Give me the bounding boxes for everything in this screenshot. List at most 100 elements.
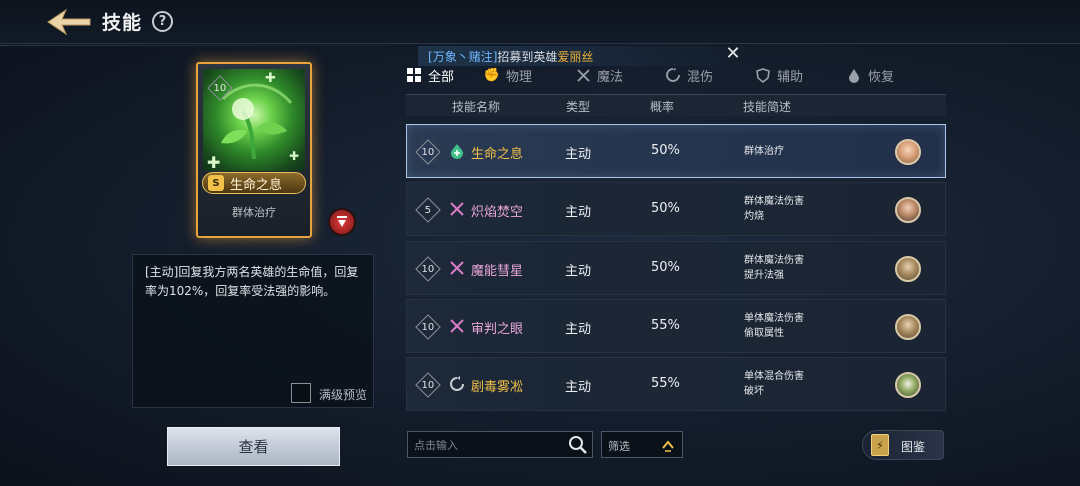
tab-support[interactable]: 辅助: [755, 64, 846, 86]
skill-name: 剧毒雾凇: [471, 380, 524, 395]
filter-dropdown[interactable]: 筛选: [601, 431, 683, 458]
tab-physical[interactable]: ✊ 物理: [484, 64, 575, 86]
skill-type: 主动: [565, 147, 592, 162]
skill-type: 主动: [565, 322, 592, 337]
category-tabs: 全部 ✊ 物理 魔法 混伤 辅助 恢复: [406, 64, 906, 86]
skill-name: 炽焰焚空: [471, 205, 524, 220]
skill-rate: 55%: [651, 376, 680, 391]
chevron-up-icon: [662, 440, 674, 452]
back-arrow-icon[interactable]: [44, 6, 94, 38]
atlas-button[interactable]: ⚡ 图鉴: [862, 430, 944, 460]
skill-desc-line: 破坏: [744, 386, 764, 397]
card-desc: 群体治疗: [232, 206, 276, 219]
page-title: 技能: [102, 12, 143, 34]
header-desc: 技能简述: [743, 100, 792, 114]
down-arrow-button[interactable]: [328, 208, 356, 236]
top-bar: 技能 ?: [0, 0, 1080, 44]
magic-icon: [575, 67, 591, 83]
skill-type: 主动: [565, 264, 592, 279]
skill-art: 10 ✚ ✚ ✚: [203, 69, 305, 172]
table-row[interactable]: 5 炽焰焚空 主动 50% 群体魔法伤害 灼烧: [406, 182, 946, 236]
skill-desc-line: 单体魔法伤害: [744, 313, 804, 324]
skill-name: 魔能彗星: [471, 264, 524, 279]
avatar[interactable]: [895, 372, 921, 398]
skill-detail-text: [主动]回复我方两名英雄的生命值，回复率为102%，回复率受法强的影响。: [145, 265, 359, 298]
search-bar: [407, 431, 593, 458]
notice-hero[interactable]: 爱丽丝: [557, 50, 593, 64]
notice-source[interactable]: 万象丶赌注: [433, 50, 493, 64]
drop-icon: [846, 67, 862, 83]
recruit-notice: [万象丶赌注]招募到英雄爱丽丝: [418, 46, 746, 66]
skill-desc-line: 群体魔法伤害: [744, 196, 804, 207]
skill-desc-line: 单体混合伤害: [744, 371, 804, 382]
skill-desc-line: 群体魔法伤害: [744, 255, 804, 266]
header-rate: 概率: [650, 100, 675, 114]
tab-label: 恢复: [868, 69, 895, 85]
skill-name: 审判之眼: [471, 322, 524, 337]
filter-label: 筛选: [608, 440, 630, 453]
avatar[interactable]: [895, 139, 921, 165]
level-badge: 10: [415, 256, 441, 282]
max-preview-checkbox[interactable]: [291, 383, 311, 403]
card-name-bar: S 生命之息: [202, 172, 306, 194]
skill-type: 主动: [565, 205, 592, 220]
skill-rate: 50%: [651, 143, 680, 158]
skill-type: 主动: [565, 380, 592, 395]
skill-desc: 群体治疗: [744, 144, 784, 159]
tab-recovery[interactable]: 恢复: [846, 64, 906, 86]
card-level: 10: [213, 82, 227, 94]
grade-badge: S: [208, 175, 224, 191]
plus-icon: ✚: [289, 149, 300, 163]
magic-icon: [449, 201, 465, 217]
row-level: 10: [421, 263, 435, 275]
header-name: 技能名称: [452, 100, 501, 114]
skill-rate: 55%: [651, 318, 680, 333]
magic-icon: [449, 318, 465, 334]
row-level: 5: [424, 204, 432, 216]
down-arrow-icon: [337, 216, 347, 227]
row-level: 10: [421, 146, 435, 158]
plus-icon: ✚: [207, 153, 221, 172]
close-icon[interactable]: ✕: [724, 44, 742, 64]
tab-all[interactable]: 全部: [406, 64, 484, 86]
help-button[interactable]: ?: [152, 11, 173, 32]
skill-rate: 50%: [651, 201, 680, 216]
skill-card[interactable]: 10 ✚ ✚ ✚ S 生命之息 群体治疗: [196, 62, 312, 238]
header-type: 类型: [566, 100, 591, 114]
skill-desc: 群体魔法伤害 提升法强: [744, 253, 804, 283]
search-input[interactable]: [414, 435, 564, 455]
swirl-icon: [449, 376, 465, 392]
avatar[interactable]: [895, 314, 921, 340]
table-row[interactable]: 10 魔能彗星 主动 50% 群体魔法伤害 提升法强: [406, 241, 946, 295]
tab-label: 混伤: [687, 69, 714, 85]
skill-desc-line: 灼烧: [744, 211, 764, 222]
level-badge: 10: [415, 314, 441, 340]
view-button[interactable]: 查看: [167, 427, 340, 466]
skill-desc: 单体混合伤害 破坏: [744, 369, 804, 399]
level-badge: 5: [415, 197, 441, 223]
skill-rate: 50%: [651, 260, 680, 275]
skill-detail-panel: [主动]回复我方两名英雄的生命值，回复率为102%，回复率受法强的影响。 满级预…: [132, 254, 374, 408]
book-icon: ⚡: [871, 434, 889, 456]
heal-icon: [449, 143, 465, 159]
tab-magic[interactable]: 魔法: [575, 64, 665, 86]
tab-label: 物理: [506, 69, 533, 85]
avatar[interactable]: [895, 197, 921, 223]
skill-desc: 群体魔法伤害 灼烧: [744, 194, 804, 224]
avatar[interactable]: [895, 256, 921, 282]
search-icon[interactable]: [568, 435, 588, 455]
tab-mixed[interactable]: 混伤: [665, 64, 755, 86]
table-row[interactable]: 10 审判之眼 主动 55% 单体魔法伤害 偷取属性: [406, 299, 946, 353]
level-badge: 10: [415, 372, 441, 398]
table-row[interactable]: 10 生命之息 主动 50% 群体治疗: [406, 124, 946, 178]
swirl-icon: [665, 67, 681, 83]
grid-icon: [406, 67, 422, 83]
divider: [0, 45, 400, 46]
table-row[interactable]: 10 剧毒雾凇 主动 55% 单体混合伤害 破坏: [406, 357, 946, 411]
magic-icon: [449, 260, 465, 276]
row-level: 10: [421, 321, 435, 333]
skill-desc-line: 偷取属性: [744, 328, 784, 339]
skill-desc-line: 提升法强: [744, 270, 784, 281]
max-preview-label: 满级预览: [319, 388, 368, 402]
plus-icon: ✚: [265, 71, 276, 86]
